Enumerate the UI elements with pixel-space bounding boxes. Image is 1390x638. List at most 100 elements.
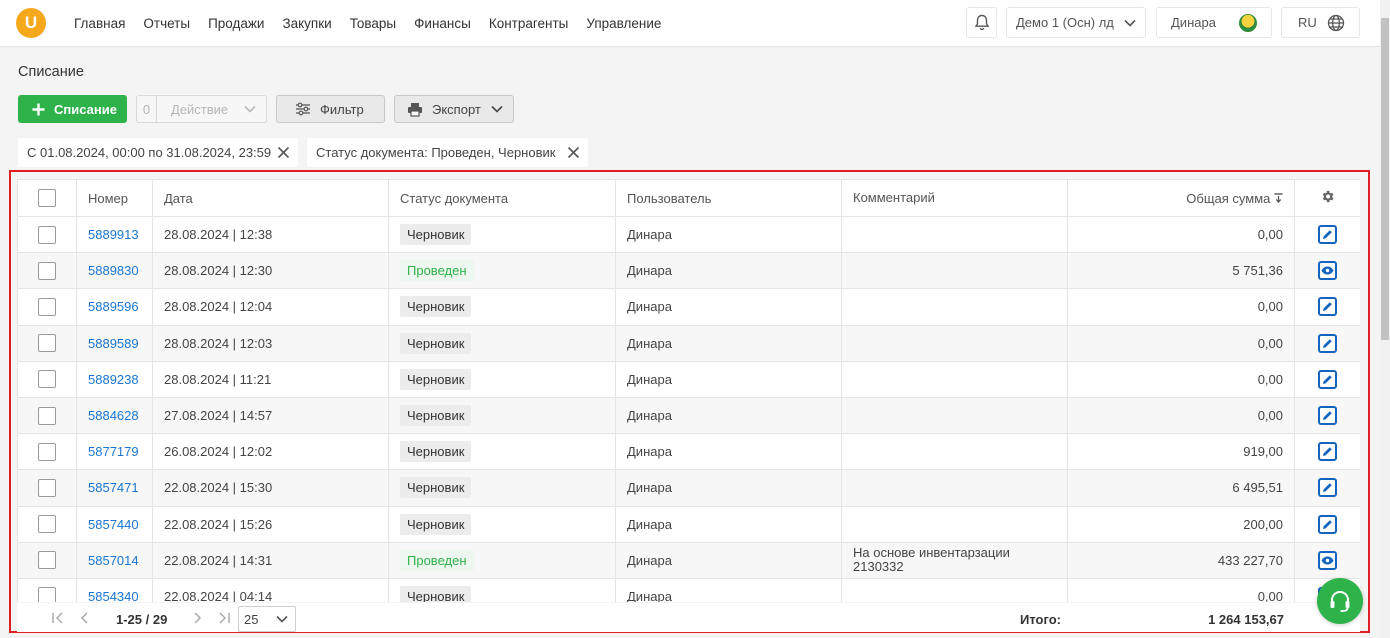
- view-button[interactable]: [1318, 261, 1337, 281]
- table-row[interactable]: 5857471 22.08.2024 | 15:30 Черновик Динара 6…: [17, 469, 1360, 507]
- document-date: 28.08.2024 | 12:04: [152, 288, 389, 326]
- column-header-number[interactable]: Номер: [76, 179, 153, 217]
- nav-item-counterparties[interactable]: Контрагенты: [489, 16, 569, 31]
- table-row[interactable]: 5854340 22.08.2024 | 04:14 Черновик Динара 0…: [17, 577, 1360, 602]
- edit-button[interactable]: [1318, 514, 1337, 534]
- edit-button[interactable]: [1318, 478, 1337, 498]
- row-select-cell: [17, 541, 77, 579]
- filter-button[interactable]: Фильтр: [276, 95, 385, 123]
- document-number-link[interactable]: 5857471: [88, 480, 139, 495]
- nav-item-finance[interactable]: Финансы: [414, 16, 471, 31]
- document-number-link[interactable]: 5877179: [88, 444, 139, 459]
- status-cell: Черновик: [388, 360, 616, 398]
- export-dropdown[interactable]: Экспорт: [394, 95, 514, 123]
- column-header-status[interactable]: Статус документа: [388, 179, 616, 217]
- document-number-link[interactable]: 5884628: [88, 408, 139, 423]
- next-page-icon[interactable]: [192, 612, 202, 624]
- scrollbar-thumb[interactable]: [1381, 18, 1389, 340]
- last-page-icon[interactable]: [217, 612, 231, 624]
- status-cell: Черновик: [388, 324, 616, 362]
- row-checkbox[interactable]: [38, 334, 56, 353]
- document-number-link[interactable]: 5889596: [88, 299, 139, 314]
- prev-page-icon[interactable]: [80, 612, 90, 624]
- select-all-checkbox[interactable]: [38, 189, 56, 207]
- column-settings-cell: [1294, 179, 1360, 217]
- document-number-link[interactable]: 5889589: [88, 336, 139, 351]
- nav-item-sales[interactable]: Продажи: [208, 16, 264, 31]
- support-chat-button[interactable]: [1317, 578, 1363, 624]
- document-number-link[interactable]: 5857440: [88, 517, 139, 532]
- export-label: Экспорт: [432, 101, 481, 117]
- table-row[interactable]: 5889589 28.08.2024 | 12:03 Черновик Динара 0…: [17, 324, 1360, 362]
- row-checkbox[interactable]: [38, 261, 56, 280]
- document-number-link[interactable]: 5889913: [88, 227, 139, 242]
- nav-item-management[interactable]: Управление: [586, 16, 661, 31]
- user-cell: Динара: [615, 288, 842, 326]
- document-number-link[interactable]: 5889830: [88, 263, 139, 278]
- printer-icon: [408, 102, 422, 117]
- row-checkbox[interactable]: [38, 478, 56, 497]
- table-row[interactable]: 5889238 28.08.2024 | 11:21 Черновик Динара 0…: [17, 360, 1360, 398]
- row-checkbox[interactable]: [38, 442, 56, 461]
- app-logo[interactable]: U: [16, 8, 46, 38]
- language-select[interactable]: RU: [1281, 7, 1360, 38]
- row-checkbox[interactable]: [38, 370, 56, 389]
- document-number-cell: 5857471: [76, 469, 153, 507]
- status-cell: Черновик: [388, 469, 616, 507]
- notifications-button[interactable]: [966, 7, 997, 38]
- selected-count: 0: [137, 96, 157, 122]
- edit-button[interactable]: [1318, 406, 1337, 426]
- first-page-icon[interactable]: [51, 612, 65, 624]
- document-number-link[interactable]: 5889238: [88, 372, 139, 387]
- row-select-cell: [17, 360, 77, 398]
- row-checkbox[interactable]: [38, 297, 56, 316]
- row-checkbox[interactable]: [38, 587, 56, 602]
- edit-button[interactable]: [1318, 225, 1337, 245]
- status-badge: Черновик: [400, 441, 472, 463]
- table-row[interactable]: 5884628 27.08.2024 | 14:57 Черновик Динара 0…: [17, 396, 1360, 435]
- add-writeoff-button[interactable]: Списание: [18, 95, 127, 123]
- column-header-date[interactable]: Дата: [152, 179, 389, 217]
- row-select-cell: [17, 396, 77, 435]
- nav-item-purchases[interactable]: Закупки: [282, 16, 331, 31]
- document-number-link[interactable]: 5854340: [88, 589, 139, 602]
- page-scrollbar[interactable]: [1380, 0, 1390, 638]
- row-checkbox[interactable]: [38, 515, 56, 534]
- page-size-select[interactable]: 25: [238, 606, 296, 632]
- table-row[interactable]: 5857014 22.08.2024 | 14:31 Проведен Динара Н…: [17, 541, 1360, 579]
- nav-item-home[interactable]: Главная: [74, 16, 125, 31]
- document-date: 27.08.2024 | 14:57: [152, 396, 389, 435]
- view-button[interactable]: [1318, 550, 1337, 570]
- table-row[interactable]: 5857440 22.08.2024 | 15:26 Черновик Динара 2…: [17, 505, 1360, 543]
- nav-item-goods[interactable]: Товары: [350, 16, 396, 31]
- document-number-cell: 5884628: [76, 396, 153, 435]
- table-row[interactable]: 5889913 28.08.2024 | 12:38 Черновик Динара 0…: [17, 215, 1360, 254]
- edit-button[interactable]: [1318, 297, 1337, 317]
- row-checkbox[interactable]: [38, 551, 56, 570]
- table-row[interactable]: 5877179 26.08.2024 | 12:02 Черновик Динара 9…: [17, 433, 1360, 471]
- close-icon[interactable]: [567, 146, 580, 159]
- column-header-comment[interactable]: Комментарий: [841, 179, 1068, 217]
- edit-button[interactable]: [1318, 442, 1337, 462]
- action-dropdown[interactable]: 0 Действие: [136, 95, 267, 123]
- company-select[interactable]: Демо 1 (Осн) лд: [1006, 7, 1146, 38]
- row-checkbox[interactable]: [38, 225, 56, 244]
- table-row[interactable]: 5889830 28.08.2024 | 12:30 Проведен Динара 5…: [17, 252, 1360, 290]
- edit-button[interactable]: [1318, 369, 1337, 389]
- row-select-cell: [17, 433, 77, 471]
- user-cell: Динара: [615, 433, 842, 471]
- status-cell: Черновик: [388, 433, 616, 471]
- row-checkbox[interactable]: [38, 406, 56, 425]
- column-header-sum[interactable]: Общая сумма: [1067, 179, 1295, 217]
- pencil-icon: [1323, 302, 1332, 312]
- user-menu[interactable]: Динара: [1156, 7, 1272, 38]
- comment-cell: [841, 324, 1068, 362]
- document-number-cell: 5889830: [76, 252, 153, 290]
- close-icon[interactable]: [277, 146, 290, 159]
- nav-item-reports[interactable]: Отчеты: [143, 16, 190, 31]
- table-row[interactable]: 5889596 28.08.2024 | 12:04 Черновик Динара 0…: [17, 288, 1360, 326]
- edit-button[interactable]: [1318, 333, 1337, 353]
- document-number-link[interactable]: 5857014: [88, 553, 139, 568]
- gear-icon[interactable]: [1320, 189, 1335, 204]
- column-header-user[interactable]: Пользователь: [615, 179, 842, 217]
